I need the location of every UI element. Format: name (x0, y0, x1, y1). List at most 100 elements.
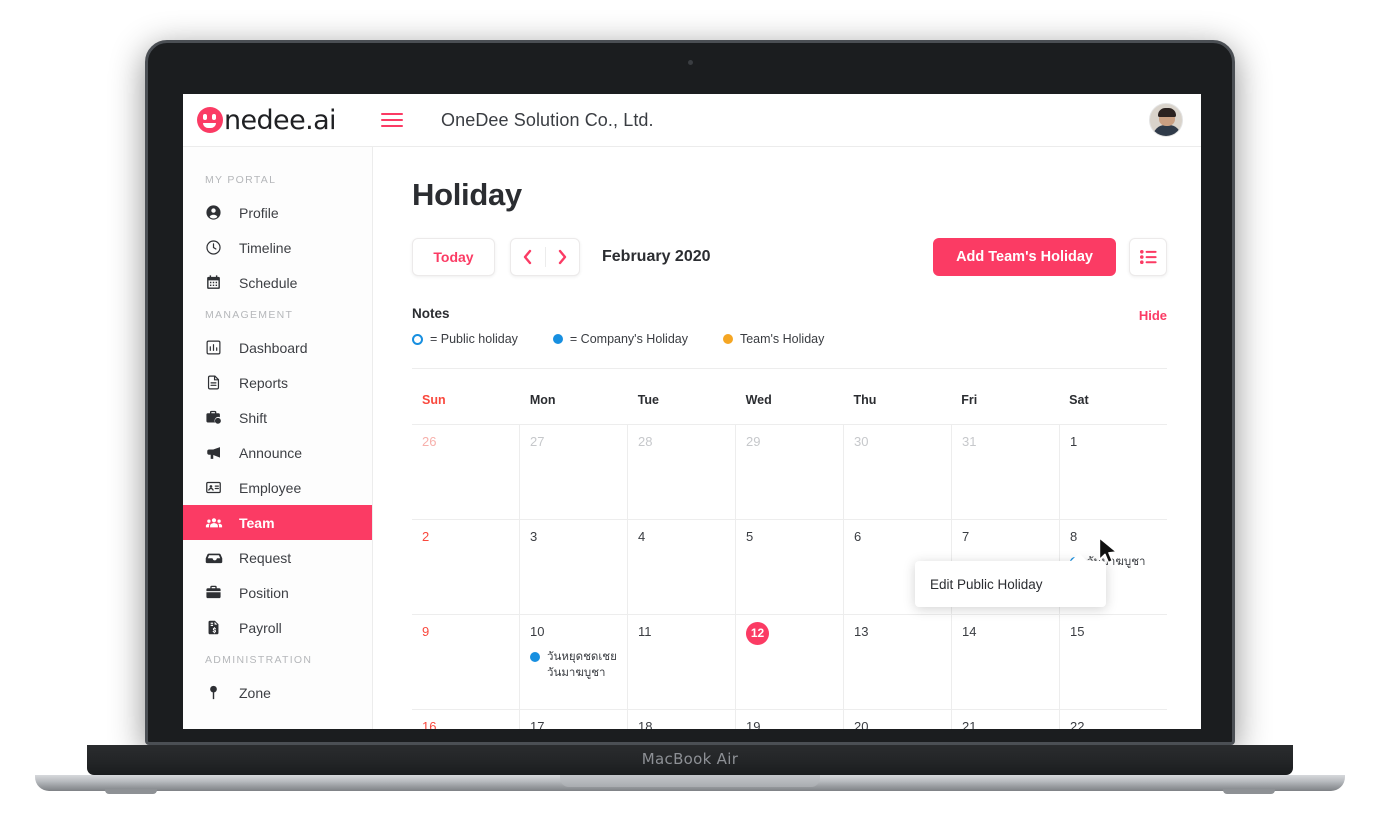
laptop-foot-right (1223, 789, 1275, 794)
day-number: 2 (422, 529, 430, 544)
device-label: MacBook Air (641, 750, 739, 768)
people-group-icon (205, 514, 227, 532)
prev-month-button[interactable] (511, 239, 545, 275)
sidebar-item-timeline[interactable]: Timeline (183, 230, 372, 265)
sidebar-item-shift[interactable]: Shift (183, 400, 372, 435)
event-dot-icon (530, 652, 540, 663)
day-number: 5 (746, 529, 754, 544)
sidebar-item-dashboard[interactable]: Dashboard (183, 330, 372, 365)
list-view-button[interactable] (1129, 238, 1167, 276)
calendar-day-cell[interactable]: 31 (952, 424, 1060, 519)
company-holiday-dot-icon (552, 334, 563, 344)
day-number: 20 (854, 719, 869, 729)
sidebar-section-title: ADMINISTRATION (205, 654, 313, 666)
calendar-day-cell[interactable]: 19 (736, 709, 844, 729)
calendar-day-cell[interactable]: 29 (736, 424, 844, 519)
brand-logo[interactable]: nedee.ai (183, 105, 373, 136)
main-content: Holiday Today February 2020 Add Team's H… (373, 147, 1201, 729)
sidebar-item-team[interactable]: Team (183, 505, 372, 540)
calendar-day-cell[interactable]: 26 (412, 424, 520, 519)
location-pin-icon (205, 684, 227, 701)
user-circle-icon (205, 204, 227, 221)
laptop-lid: nedee.ai OneDee Solution Co., Ltd. MY PO… (145, 40, 1235, 745)
day-number: 16 (422, 719, 437, 729)
calendar-day-cell[interactable]: 17 (520, 709, 628, 729)
sidebar-item-label: Schedule (239, 274, 298, 291)
calendar-day-cell[interactable]: 18 (628, 709, 736, 729)
calendar-day-cell[interactable]: 22 (1060, 709, 1167, 729)
calendar-day-cell[interactable]: 11 (628, 614, 736, 709)
sidebar-item-label: Team (239, 514, 275, 531)
hamburger-menu-icon[interactable] (381, 109, 403, 131)
notes-title: Notes (412, 306, 450, 321)
laptop-front-notch (560, 775, 820, 787)
calendar-day-cell[interactable]: 30 (844, 424, 952, 519)
sidebar: MY PORTAL Profile Timeline Schedule MANA… (183, 147, 373, 729)
avatar[interactable] (1149, 103, 1183, 137)
tooltip-label: Edit Public Holiday (930, 576, 1043, 592)
weekday-tue: Tue (637, 393, 660, 407)
calendar-toolbar: Today February 2020 Add Team's Holiday (412, 238, 1167, 276)
sidebar-item-announce[interactable]: Announce (183, 435, 372, 470)
holiday-event[interactable]: วันหยุดชดเชยวันมาฆบูชา (530, 649, 617, 680)
calendar-day-cell[interactable]: 15 (1060, 614, 1167, 709)
day-number: 4 (638, 529, 646, 544)
day-number: 22 (1070, 719, 1085, 729)
brand-logo-text: nedee.ai (224, 104, 337, 136)
day-number: 18 (638, 719, 653, 729)
sidebar-item-position[interactable]: Position (183, 575, 372, 610)
calendar-day-cell[interactable]: 13 (844, 614, 952, 709)
calendar-day-cell[interactable]: 27 (520, 424, 628, 519)
hide-notes-link[interactable]: Hide (1139, 308, 1167, 323)
next-month-button[interactable] (546, 239, 580, 275)
day-number: 9 (422, 624, 430, 639)
chevron-right-icon (558, 249, 566, 265)
team-holiday-dot-icon (722, 334, 733, 344)
page-title: Holiday (412, 177, 522, 212)
calendar-day-cell[interactable]: 9 (412, 614, 520, 709)
calendar-day-cell[interactable]: 1 (1060, 424, 1167, 519)
legend-label: = Public holiday (430, 332, 518, 346)
day-number: 10 (530, 624, 545, 639)
event-label: วันหยุดชดเชยวันมาฆบูชา (547, 649, 617, 679)
calendar-day-cell[interactable]: 20 (844, 709, 952, 729)
day-number: 28 (638, 434, 653, 449)
day-number: 7 (962, 529, 970, 544)
sidebar-item-label: Timeline (239, 239, 292, 256)
sidebar-item-schedule[interactable]: Schedule (183, 265, 372, 300)
sidebar-item-label: Reports (239, 374, 289, 391)
sidebar-item-payroll[interactable]: Payroll (183, 610, 372, 645)
legend: = Public holiday = Company's Holiday Tea… (412, 332, 1167, 369)
calendar-day-cell[interactable]: 4 (628, 519, 736, 614)
day-number: 26 (422, 434, 437, 449)
calendar-day-cell[interactable]: 10 วันหยุดชดเชยวันมาฆบูชา (520, 614, 628, 709)
add-team-holiday-button[interactable]: Add Team's Holiday (933, 238, 1116, 276)
calendar-day-cell[interactable]: 3 (520, 519, 628, 614)
weekday-sat: Sat (1069, 393, 1089, 407)
calendar-day-cell[interactable]: 14 (952, 614, 1060, 709)
sidebar-item-zone[interactable]: Zone (183, 675, 372, 710)
app-header: nedee.ai OneDee Solution Co., Ltd. (183, 94, 1201, 147)
calendar-day-cell[interactable]: 28 (628, 424, 736, 519)
day-number: 15 (1070, 624, 1085, 639)
calendar-weekday-header: Sun Mon Tue Wed Thu Fri Sat (412, 391, 1167, 424)
weekday-thu: Thu (853, 393, 877, 407)
calendar-week-row: 9 10 วันหยุดชดเชยวันมาฆบูชา 11 12 13 14 15 (412, 614, 1167, 709)
list-view-icon (1139, 250, 1157, 264)
sidebar-item-reports[interactable]: Reports (183, 365, 372, 400)
sidebar-item-label: Zone (239, 684, 271, 701)
clock-icon (205, 239, 227, 256)
calendar-day-cell[interactable]: 12 (736, 614, 844, 709)
today-button[interactable]: Today (412, 238, 495, 276)
calendar-day-cell[interactable]: 2 (412, 519, 520, 614)
sidebar-item-profile[interactable]: Profile (183, 195, 372, 230)
context-tooltip[interactable]: Edit Public Holiday (915, 553, 1106, 607)
sidebar-item-label: Shift (239, 409, 268, 426)
calendar-day-cell[interactable]: 21 (952, 709, 1060, 729)
calendar-day-cell[interactable]: 16 (412, 709, 520, 729)
sidebar-section-title: MANAGEMENT (205, 309, 294, 321)
sidebar-item-request[interactable]: Request (183, 540, 372, 575)
calendar-day-cell[interactable]: 5 (736, 519, 844, 614)
webcam-icon (687, 60, 693, 65)
sidebar-item-employee[interactable]: Employee (183, 470, 372, 505)
